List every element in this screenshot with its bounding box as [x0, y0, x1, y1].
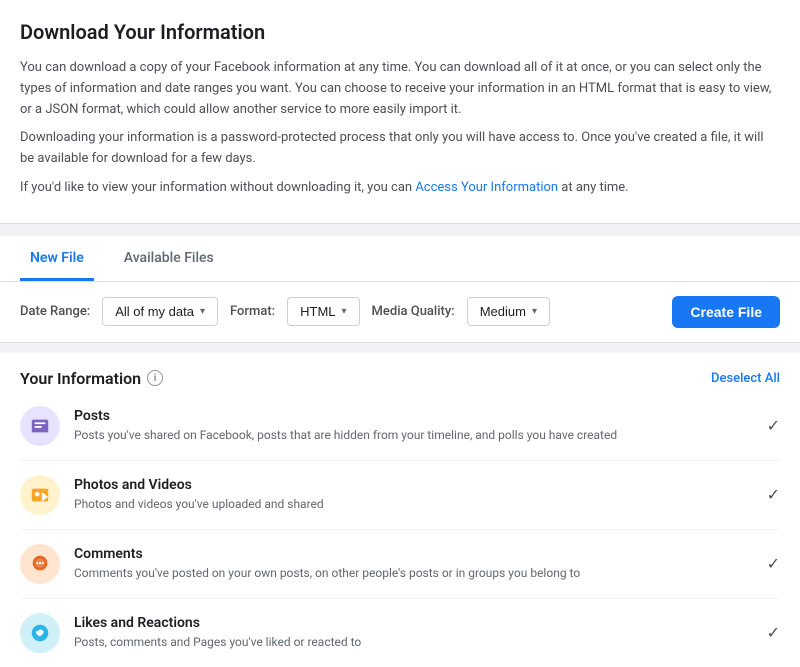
- posts-text: Posts Posts you've shared on Facebook, p…: [74, 408, 753, 444]
- likes-reactions-text: Likes and Reactions Posts, comments and …: [74, 615, 753, 651]
- comments-check: ✓: [767, 554, 780, 573]
- description-3: If you'd like to view your information w…: [20, 178, 780, 199]
- your-information-title: Your Information: [20, 369, 141, 388]
- chevron-down-icon-2: ▾: [342, 306, 347, 317]
- format-label: Format:: [230, 304, 275, 319]
- date-range-value: All of my data: [115, 304, 194, 319]
- info-header: Your Information i Deselect All: [20, 369, 780, 388]
- photos-videos-icon: [29, 484, 51, 506]
- tab-new-file[interactable]: New File: [20, 236, 94, 281]
- access-your-information-link[interactable]: Access Your Information: [415, 180, 558, 195]
- deselect-all-button[interactable]: Deselect All: [711, 371, 780, 386]
- description-2: Downloading your information is a passwo…: [20, 128, 780, 170]
- comments-title: Comments: [74, 546, 753, 562]
- likes-reactions-check: ✓: [767, 623, 780, 642]
- chevron-down-icon: ▾: [200, 306, 205, 317]
- format-dropdown[interactable]: HTML ▾: [287, 297, 359, 326]
- media-quality-label: Media Quality:: [372, 304, 455, 319]
- posts-title: Posts: [74, 408, 753, 424]
- format-value: HTML: [300, 304, 335, 319]
- list-item: Comments Comments you've posted on your …: [20, 530, 780, 599]
- likes-reactions-desc: Posts, comments and Pages you've liked o…: [74, 634, 753, 651]
- list-item: Photos and Videos Photos and videos you'…: [20, 461, 780, 530]
- comments-icon-wrap: [20, 544, 60, 584]
- photos-videos-text: Photos and Videos Photos and videos you'…: [74, 477, 753, 513]
- posts-icon-wrap: [20, 406, 60, 446]
- page-title: Download Your Information: [20, 20, 780, 44]
- media-quality-dropdown[interactable]: Medium ▾: [467, 297, 550, 326]
- tabs-section: New File Available Files: [0, 236, 800, 282]
- controls-section: Date Range: All of my data ▾ Format: HTM…: [0, 282, 800, 343]
- photos-videos-desc: Photos and videos you've uploaded and sh…: [74, 496, 753, 513]
- comments-text: Comments Comments you've posted on your …: [74, 546, 753, 582]
- tab-available-files[interactable]: Available Files: [114, 236, 224, 281]
- comments-desc: Comments you've posted on your own posts…: [74, 565, 753, 582]
- info-tooltip-icon[interactable]: i: [147, 370, 163, 386]
- header-section: Download Your Information You can downlo…: [0, 0, 800, 224]
- photos-videos-icon-wrap: [20, 475, 60, 515]
- information-item-list: Posts Posts you've shared on Facebook, p…: [20, 392, 780, 667]
- likes-reactions-icon-wrap: [20, 613, 60, 653]
- photos-videos-title: Photos and Videos: [74, 477, 753, 493]
- likes-reactions-icon: [29, 622, 51, 644]
- description-1: You can download a copy of your Facebook…: [20, 58, 780, 120]
- date-range-label: Date Range:: [20, 304, 90, 319]
- your-information-section: Your Information i Deselect All Posts Po…: [0, 353, 800, 667]
- posts-icon: [29, 415, 51, 437]
- description-3-pre: If you'd like to view your information w…: [20, 180, 415, 195]
- info-title-group: Your Information i: [20, 369, 163, 388]
- likes-reactions-title: Likes and Reactions: [74, 615, 753, 631]
- photos-videos-check: ✓: [767, 485, 780, 504]
- comments-icon: [29, 553, 51, 575]
- media-quality-value: Medium: [480, 304, 526, 319]
- list-item: Likes and Reactions Posts, comments and …: [20, 599, 780, 667]
- description-3-post: at any time.: [558, 180, 629, 195]
- posts-desc: Posts you've shared on Facebook, posts t…: [74, 427, 753, 444]
- date-range-dropdown[interactable]: All of my data ▾: [102, 297, 218, 326]
- chevron-down-icon-3: ▾: [532, 306, 537, 317]
- posts-check: ✓: [767, 416, 780, 435]
- page-container: Download Your Information You can downlo…: [0, 0, 800, 667]
- create-file-button[interactable]: Create File: [672, 296, 780, 328]
- list-item: Posts Posts you've shared on Facebook, p…: [20, 392, 780, 461]
